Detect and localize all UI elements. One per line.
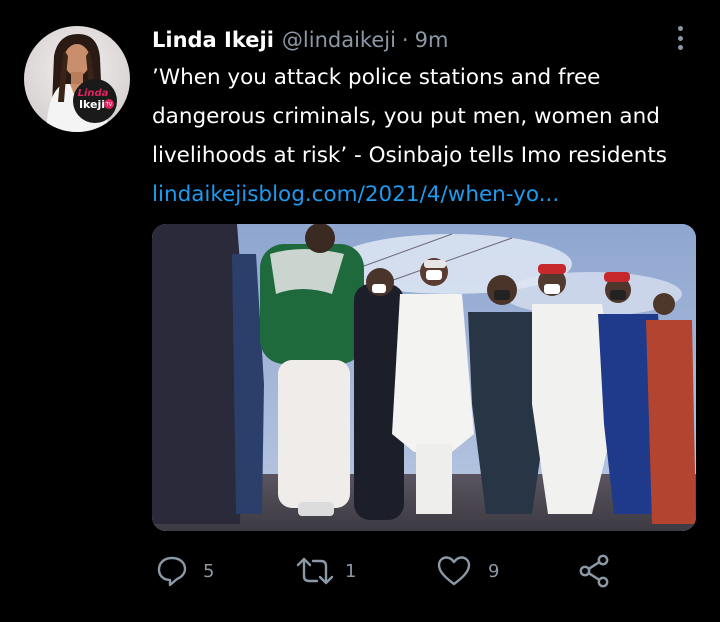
avatar-logo-badge: Linda Ikeji TV: [73, 79, 117, 123]
avatar-logo-tv: TV: [105, 102, 113, 108]
like-icon: [437, 556, 471, 586]
display-name[interactable]: Linda Ikeji: [152, 28, 274, 52]
tweet-media[interactable]: [152, 224, 696, 531]
retweet-count: 1: [345, 560, 357, 582]
like-button[interactable]: 9: [436, 548, 499, 594]
user-handle[interactable]: @lindaikeji: [282, 28, 396, 52]
retweet-icon: [296, 557, 334, 585]
reply-icon: [157, 556, 187, 587]
more-vertical-icon[interactable]: [668, 24, 692, 52]
tweet-actions: 5 1 9: [0, 548, 720, 594]
reply-count: 5: [203, 560, 215, 582]
like-count: 9: [488, 560, 500, 582]
group-photo: [152, 224, 696, 531]
timestamp[interactable]: 9m: [415, 28, 449, 52]
tweet-text-line: dangerous criminals, you put men, women …: [152, 104, 660, 129]
tweet[interactable]: Linda Ikeji TV Linda Ikeji @lindaikeji ·…: [0, 0, 720, 622]
reply-button[interactable]: 5: [155, 548, 214, 594]
avatar-logo-line-2: Ikeji: [79, 98, 105, 111]
tweet-text: ’When you attack police stations and fre…: [152, 58, 712, 214]
tweet-text-line: livelihoods at risk’ - Osinbajo tells Im…: [152, 143, 667, 168]
share-button[interactable]: [577, 548, 613, 594]
retweet-button[interactable]: 1: [295, 548, 356, 594]
share-icon: [579, 554, 609, 588]
avatar[interactable]: Linda Ikeji TV: [24, 26, 130, 132]
tweet-link[interactable]: lindaikejisblog.com/2021/4/when-yo...: [152, 175, 712, 214]
tweet-header: Linda Ikeji @lindaikeji · 9m: [152, 24, 448, 56]
tweet-text-line: ’When you attack police stations and fre…: [152, 65, 601, 90]
separator-dot: ·: [401, 28, 409, 52]
